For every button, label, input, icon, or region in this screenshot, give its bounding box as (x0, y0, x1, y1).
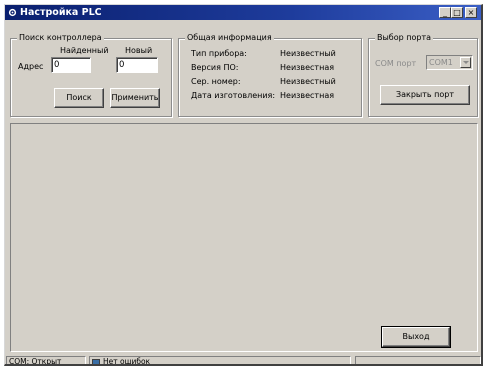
com-port-select[interactable]: COM1 (426, 55, 473, 70)
general-info-group: Общая информация Тип прибора: Неизвестны… (178, 33, 362, 117)
exit-button[interactable]: Выход (381, 326, 451, 348)
firmware-version-label: Версия ПО: (191, 63, 239, 72)
found-address-field[interactable] (51, 57, 91, 73)
title-bar[interactable]: Настройка PLC _ □ × (5, 5, 481, 20)
new-address-field[interactable] (116, 57, 158, 73)
info-group-label: Общая информация (185, 33, 274, 43)
address-label: Адрес (18, 62, 44, 71)
search-controller-group: Поиск контроллера Найденный Новый Адрес … (10, 33, 172, 117)
apply-button[interactable]: Применить (110, 88, 160, 108)
main-window: Настройка PLC _ □ × Поиск контроллера На… (4, 4, 483, 366)
search-group-label: Поиск контроллера (17, 33, 104, 43)
manufacture-date-value: Неизвестная (280, 91, 335, 100)
maximize-button[interactable]: □ (451, 7, 463, 18)
com-port-label: COM порт (375, 59, 417, 68)
serial-number-label: Сер. номер: (191, 77, 241, 86)
device-type-label: Тип прибора: (191, 49, 247, 58)
error-status-text: Нет ошибок (103, 357, 151, 366)
gear-icon (8, 8, 17, 17)
extra-status (355, 356, 481, 364)
com-port-value: COM1 (429, 58, 453, 67)
status-bar: COM: Открыт Нет ошибок (5, 355, 481, 366)
device-type-value: Неизвестный (280, 49, 336, 58)
new-label: Новый (125, 46, 153, 55)
window-title: Настройка PLC (20, 7, 102, 18)
close-button[interactable]: × (465, 7, 477, 18)
error-status: Нет ошибок (89, 356, 351, 366)
monitor-icon (92, 359, 100, 364)
firmware-version-value: Неизвестная (280, 63, 335, 72)
found-label: Найденный (60, 46, 109, 55)
port-selection-group: Выбор порта COM порт COM1 Закрыть порт (368, 33, 478, 117)
minimize-button[interactable]: _ (439, 7, 451, 18)
close-port-button[interactable]: Закрыть порт (380, 85, 470, 105)
serial-number-value: Неизвестный (280, 77, 336, 86)
manufacture-date-label: Дата изготовления: (191, 91, 276, 100)
port-group-label: Выбор порта (375, 33, 434, 43)
chevron-down-icon[interactable] (460, 57, 471, 68)
search-button[interactable]: Поиск (54, 88, 104, 108)
port-status: COM: Открыт (6, 356, 86, 364)
main-content-panel: Выход (10, 123, 478, 352)
